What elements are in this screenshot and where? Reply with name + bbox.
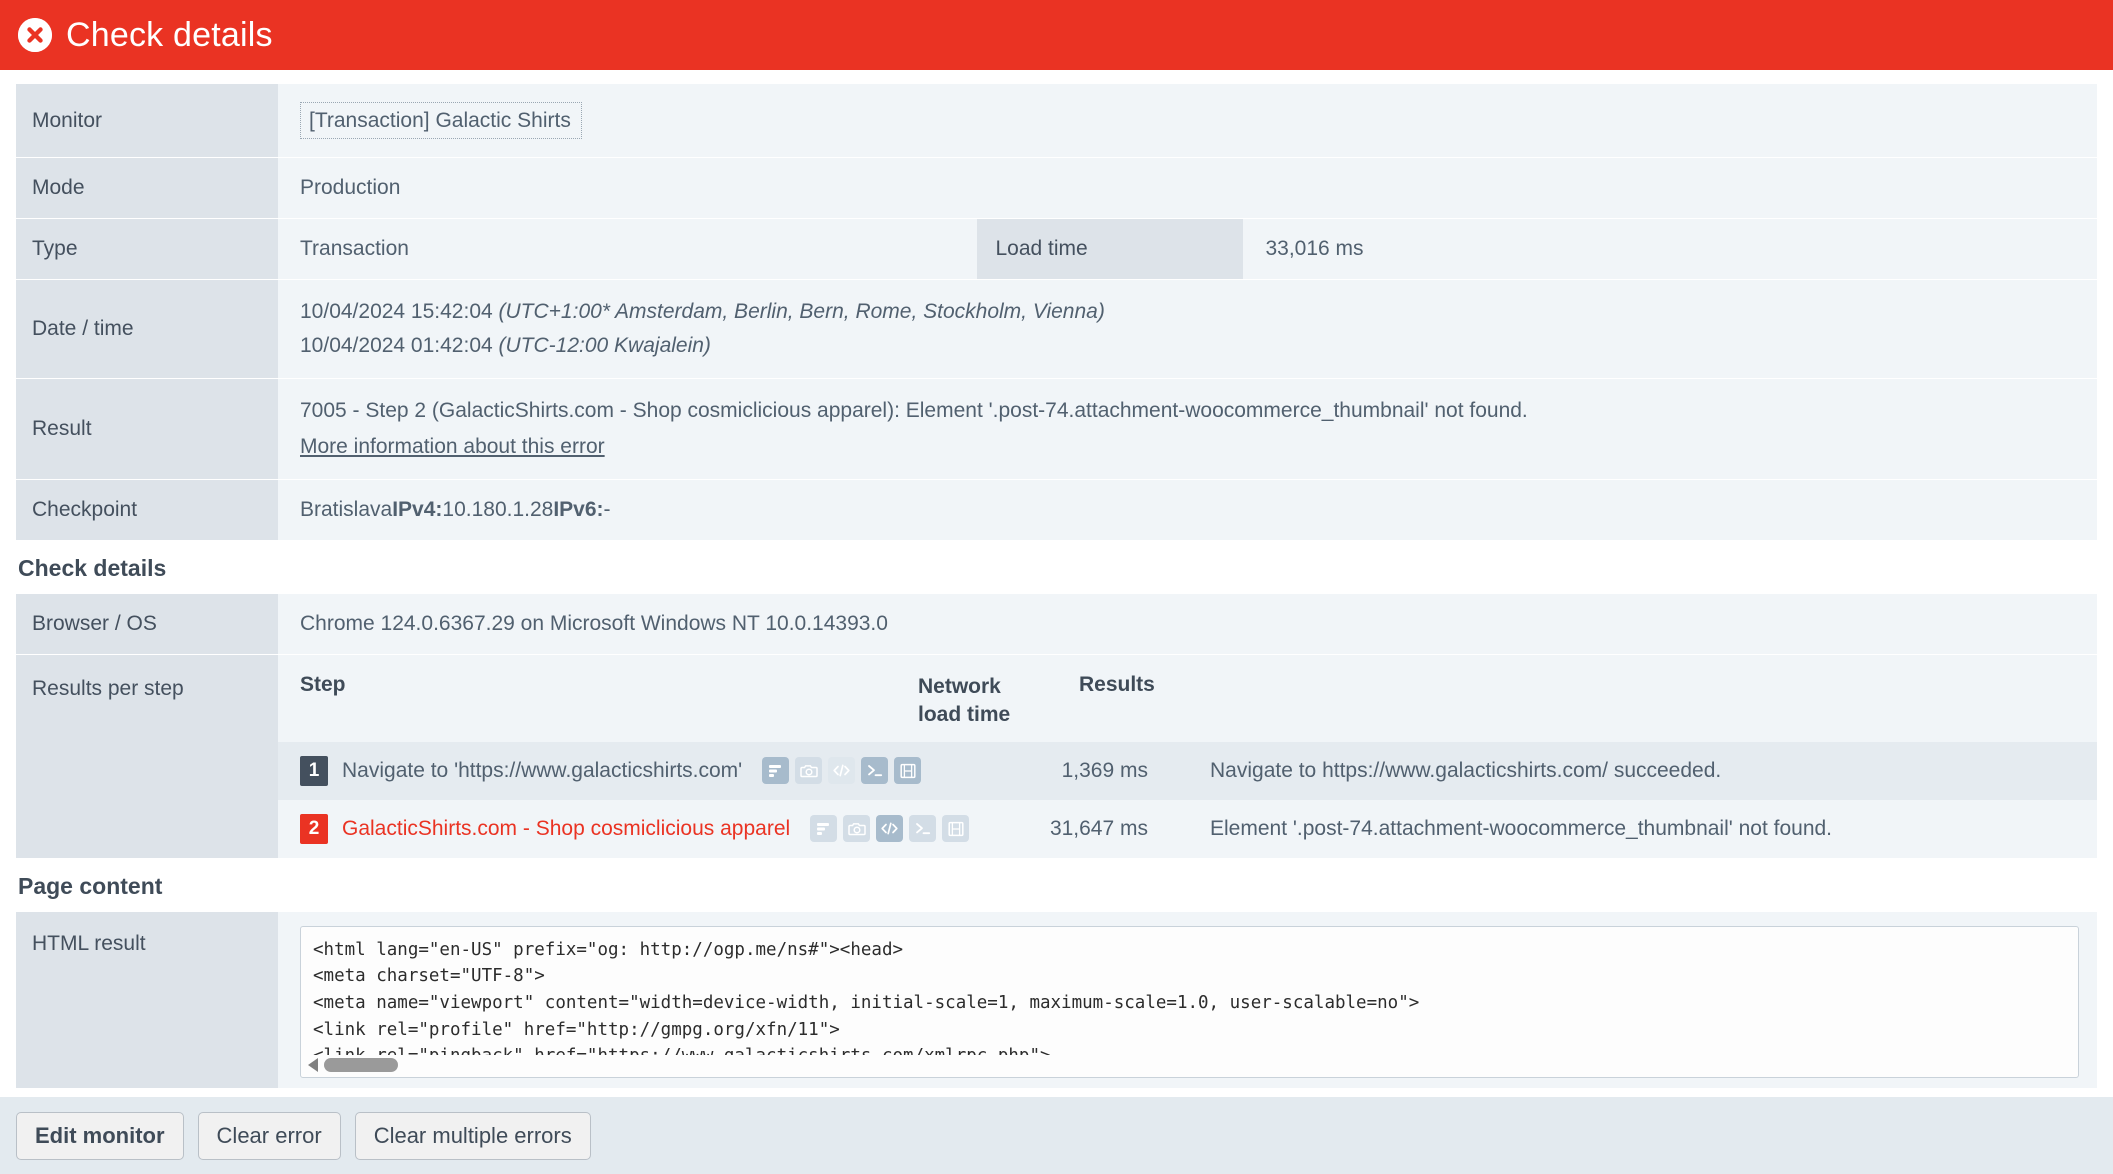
label-html-result: HTML result: [16, 911, 278, 1088]
step-network-load-time: 31,647 ms: [1049, 816, 1148, 840]
value-results-per-step: Step Network load time Results 1 Navigat…: [278, 655, 2097, 859]
row-checkpoint: Checkpoint Bratislava IPv4: 10.180.1.28 …: [16, 480, 2097, 542]
title-bar: Check details: [0, 0, 2113, 70]
datetime-local-timezone: (UTC+1:00* Amsterdam, Berlin, Bern, Rome…: [498, 300, 1105, 324]
check-details-heading: Check details: [0, 541, 2113, 595]
label-type: Type: [16, 219, 278, 281]
row-html-result: HTML result <html lang="en-US" prefix="o…: [16, 911, 2097, 1088]
checkpoint-ipv4-value: 10.180.1.28: [442, 498, 554, 522]
step-result: Element '.post-74.attachment-woocommerce…: [1210, 816, 1833, 840]
step-number-badge: 1: [300, 755, 328, 786]
row-monitor: Monitor [Transaction] Galactic Shirts: [16, 84, 2097, 159]
table-row: 2 GalacticShirts.com - Shop cosmicliciou…: [278, 799, 2097, 858]
label-checkpoint: Checkpoint: [16, 480, 278, 542]
value-type: Transaction: [278, 219, 978, 281]
checkpoint-city: Bratislava: [300, 498, 393, 522]
label-results-per-step: Results per step: [16, 655, 278, 859]
clear-error-button[interactable]: Clear error: [197, 1111, 341, 1160]
camera-icon[interactable]: [795, 757, 823, 785]
check-details-page: Check details Monitor [Transaction] Gala…: [0, 0, 2113, 1174]
column-header-step: Step: [300, 673, 346, 697]
scroll-left-arrow-icon[interactable]: [308, 1057, 318, 1072]
step-number-badge: 2: [300, 813, 328, 844]
label-browser-os: Browser / OS: [16, 594, 278, 656]
label-mode: Mode: [16, 158, 278, 220]
value-browser-os: Chrome 124.0.6367.29 on Microsoft Window…: [278, 594, 2097, 656]
column-header-results: Results: [1079, 673, 1155, 697]
label-load-time: Load time: [977, 219, 1244, 281]
page-content-table: HTML result <html lang="en-US" prefix="o…: [0, 911, 2113, 1088]
label-result: Result: [16, 379, 278, 481]
value-monitor: [Transaction] Galactic Shirts: [278, 84, 2097, 159]
more-information-link[interactable]: More information about this error: [300, 435, 1528, 459]
waterfall-icon[interactable]: [762, 757, 790, 785]
checkpoint-ipv4-label: IPv4:: [392, 498, 443, 522]
row-results-per-step: Results per step Step Network load time …: [16, 655, 2097, 859]
datetime-utc-value: 10/04/2024 01:42:04: [300, 334, 499, 358]
html-code-box[interactable]: <html lang="en-US" prefix="og: http://og…: [300, 925, 2079, 1078]
table-row: 1 Navigate to 'https://www.galacticshirt…: [278, 741, 2097, 800]
monitor-details-table: Monitor [Transaction] Galactic Shirts Mo…: [0, 84, 2113, 542]
value-checkpoint: Bratislava IPv4: 10.180.1.28 IPv6: -: [278, 480, 2097, 542]
row-type: Type Transaction Load time 33,016 ms: [16, 219, 2097, 281]
result-message: 7005 - Step 2 (GalacticShirts.com - Shop…: [300, 399, 1528, 423]
camera-icon[interactable]: [843, 815, 871, 843]
column-header-network-load-time: Network load time: [918, 673, 1013, 730]
step-description: Navigate to 'https://www.galacticshirts.…: [342, 758, 743, 782]
horizontal-scrollbar[interactable]: [302, 1054, 2077, 1075]
row-datetime: Date / time 10/04/2024 15:42:04 (UTC+1:0…: [16, 280, 2097, 380]
scrollbar-thumb[interactable]: [324, 1057, 398, 1072]
row-mode: Mode Production: [16, 158, 2097, 220]
page-title: Check details: [66, 15, 273, 54]
row-result: Result 7005 - Step 2 (GalacticShirts.com…: [16, 379, 2097, 481]
datetime-utc: 10/04/2024 01:42:04 (UTC-12:00 Kwajalein…: [300, 334, 1105, 358]
step-action-icons: [762, 757, 922, 785]
row-browser-os: Browser / OS Chrome 124.0.6367.29 on Mic…: [16, 594, 2097, 656]
datetime-local-value: 10/04/2024 15:42:04: [300, 300, 499, 324]
page-content-heading: Page content: [0, 858, 2113, 912]
edit-monitor-button[interactable]: Edit monitor: [16, 1111, 184, 1160]
top-spacer: [0, 70, 2113, 84]
step-description[interactable]: GalacticShirts.com - Shop cosmiclicious …: [342, 817, 790, 841]
waterfall-icon[interactable]: [810, 815, 838, 843]
label-datetime: Date / time: [16, 280, 278, 380]
value-html-result: <html lang="en-US" prefix="og: http://og…: [278, 911, 2097, 1088]
value-load-time: 33,016 ms: [1243, 219, 1529, 281]
step-main-2: 2 GalacticShirts.com - Shop cosmicliciou…: [278, 813, 970, 844]
datetime-local: 10/04/2024 15:42:04 (UTC+1:00* Amsterdam…: [300, 300, 1105, 324]
step-network-load-time: 1,369 ms: [1061, 758, 1148, 782]
value-datetime: 10/04/2024 15:42:04 (UTC+1:00* Amsterdam…: [278, 280, 2097, 380]
html-code-text: <html lang="en-US" prefix="og: http://og…: [313, 939, 1420, 1066]
steps-table-header: Step Network load time Results: [278, 665, 2097, 742]
column-header-network-line2: load time: [918, 703, 1011, 727]
code-icon[interactable]: [876, 815, 904, 843]
datetime-utc-timezone: (UTC-12:00 Kwajalein): [498, 334, 711, 358]
load-time-filler: [1528, 219, 2097, 281]
label-monitor: Monitor: [16, 84, 278, 159]
value-result: 7005 - Step 2 (GalacticShirts.com - Shop…: [278, 379, 2097, 481]
footer-toolbar: Edit monitor Clear error Clear multiple …: [0, 1096, 2113, 1174]
clear-multiple-errors-button[interactable]: Clear multiple errors: [354, 1111, 591, 1160]
console-icon[interactable]: [861, 757, 889, 785]
error-circle-x-icon: [18, 18, 52, 52]
step-main-1: 1 Navigate to 'https://www.galacticshirt…: [278, 755, 922, 786]
value-mode: Production: [278, 158, 2097, 220]
monitor-name-chip[interactable]: [Transaction] Galactic Shirts: [300, 102, 582, 140]
step-result: Navigate to https://www.galacticshirts.c…: [1210, 758, 1722, 782]
column-header-network-line1: Network: [918, 675, 1001, 699]
checkpoint-ipv6-label: IPv6:: [553, 498, 604, 522]
check-details-table: Browser / OS Chrome 124.0.6367.29 on Mic…: [0, 594, 2113, 859]
code-icon[interactable]: [828, 757, 856, 785]
checkpoint-ipv6-value: -: [603, 498, 611, 522]
